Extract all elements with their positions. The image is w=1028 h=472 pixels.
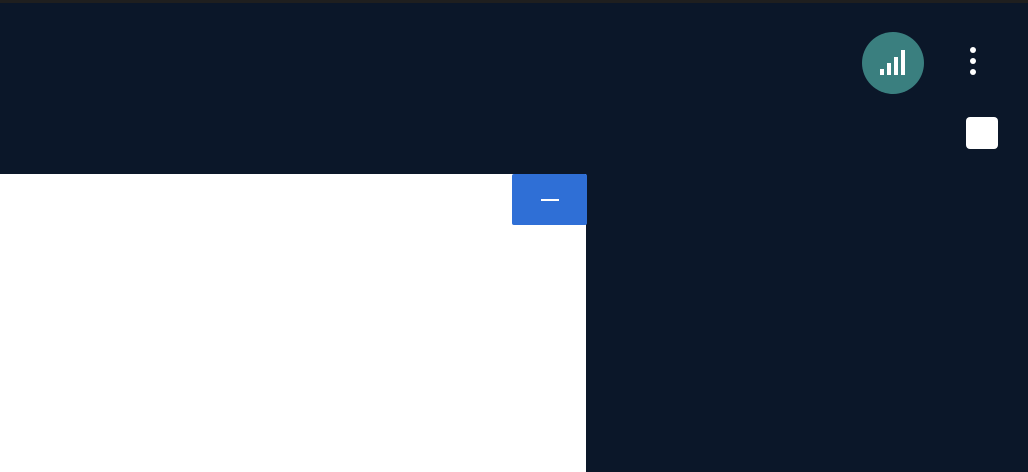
- minimize-icon: [540, 198, 559, 201]
- minimize-button[interactable]: [512, 174, 587, 225]
- content-panel: [0, 174, 586, 472]
- stats-button[interactable]: [862, 32, 924, 94]
- app-background: [0, 3, 1028, 472]
- more-vertical-icon: [970, 47, 976, 75]
- signal-bars-icon: [880, 50, 905, 75]
- square-button[interactable]: [966, 117, 998, 149]
- more-options-button[interactable]: [958, 43, 988, 79]
